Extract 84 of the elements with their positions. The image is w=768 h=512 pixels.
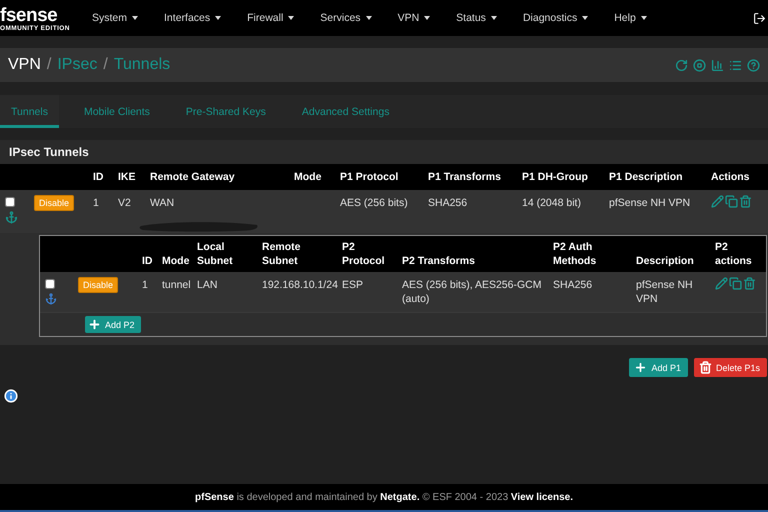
column-header: P2 actions <box>714 240 753 269</box>
table-cell-text: WAN <box>149 196 176 211</box>
nav-menu[interactable]: System <box>84 12 150 24</box>
tab[interactable]: Mobile Clients <box>72 95 161 128</box>
logout-icon[interactable] <box>753 12 766 24</box>
caret-icon <box>582 16 588 20</box>
anchor-icon[interactable] <box>5 211 18 224</box>
column-header: Remote Subnet <box>261 240 302 269</box>
column-header: P1 Description <box>608 170 684 185</box>
row-checkbox[interactable] <box>5 197 15 207</box>
column-header: Mode <box>161 254 190 269</box>
caret-icon <box>366 16 372 20</box>
plus-icon <box>634 361 648 374</box>
reload-icon[interactable] <box>675 58 688 72</box>
table-cell-text: pfSense NH VPN <box>608 196 692 211</box>
delete-icon[interactable] <box>743 277 756 290</box>
column-header: Mode <box>293 170 322 185</box>
table-cell-text: 192.168.10.1/24 <box>261 278 337 293</box>
nav-menu[interactable]: Help <box>606 12 659 24</box>
table-cell-text: AES (256 bits), AES256-GCM (auto) <box>401 278 542 307</box>
plus-icon <box>88 318 101 331</box>
column-header: Actions <box>710 170 751 185</box>
column-header: P2 Transforms <box>401 254 476 269</box>
caret-icon <box>424 16 430 20</box>
column-header: P1 Transforms <box>427 170 502 185</box>
caret-icon <box>640 16 647 20</box>
table-cell-text: LAN <box>196 278 218 293</box>
column-header: P2 Auth Methods <box>552 240 598 269</box>
nav-menu[interactable]: Status <box>448 12 509 24</box>
column-header: Local Subnet <box>196 240 234 269</box>
table-cell-text: 14 (2048 bit) <box>521 196 582 211</box>
panel-title: IPsec Tunnels <box>8 144 90 161</box>
column-header: P1 DH-Group <box>521 170 589 185</box>
copy-icon[interactable] <box>729 277 742 290</box>
column-header: P2 Protocol <box>341 240 386 269</box>
table-cell-text: SHA256 <box>427 196 468 211</box>
column-header: ID <box>141 254 154 269</box>
table-cell-text: pfSense NH VPN <box>635 278 694 307</box>
breadcrumb-item: VPN <box>8 56 41 74</box>
table-cell-text: tunnel <box>161 278 192 293</box>
breadcrumb-item[interactable]: IPsec <box>57 56 98 74</box>
table-cell-text: ESP <box>341 278 364 293</box>
copy-icon[interactable] <box>725 195 738 208</box>
nav-menu[interactable]: VPN <box>390 12 442 24</box>
column-header: ID <box>92 170 104 185</box>
table-cell-text: 1 <box>92 196 100 211</box>
column-header: P1 Protocol <box>339 170 400 185</box>
column-header: Description <box>635 254 695 269</box>
caret-icon <box>132 16 138 20</box>
trash-icon <box>698 361 712 374</box>
add-p2-button[interactable]: Add P2 <box>85 316 141 333</box>
table-cell-text: SHA256 <box>552 278 594 293</box>
table-cell-text: AES (256 bits) <box>339 196 409 211</box>
add-button[interactable]: Add P1 <box>629 358 688 377</box>
caret-icon <box>490 16 497 20</box>
nav-menu[interactable]: Services <box>312 12 384 24</box>
edit-icon[interactable] <box>715 277 728 290</box>
edit-icon[interactable] <box>711 195 724 208</box>
list-icon[interactable] <box>729 58 742 72</box>
table-cell-text: V2 <box>117 196 132 211</box>
tab[interactable]: Pre-Shared Keys <box>174 95 277 128</box>
tab[interactable]: Advanced Settings <box>290 95 400 128</box>
column-header: Remote Gateway <box>149 170 236 185</box>
anchor-icon[interactable] <box>45 293 57 305</box>
delete-icon[interactable] <box>739 195 752 208</box>
nav-menu[interactable]: Diagnostics <box>514 12 600 24</box>
column-header: IKE <box>117 170 137 185</box>
caret-icon <box>215 16 222 20</box>
row-checkbox[interactable] <box>45 279 55 289</box>
footer-text: pfSense is developed and maintained by Netgate. © ESF 2004 - 2023 View license. <box>195 492 573 502</box>
help-icon[interactable] <box>747 58 760 72</box>
nav-menu[interactable]: Interfaces <box>156 12 234 24</box>
nav-menu[interactable]: Firewall <box>239 12 306 24</box>
tab[interactable]: Tunnels <box>0 95 59 128</box>
caret-icon <box>288 16 294 20</box>
info-icon[interactable] <box>4 389 18 403</box>
table-cell-text: 1 <box>141 278 149 293</box>
delete-button[interactable]: Delete P1s <box>694 358 767 377</box>
chart-icon[interactable] <box>711 58 724 72</box>
logo-wordmark[interactable]: fsense <box>0 6 80 24</box>
breadcrumb-item[interactable]: Tunnels <box>114 56 170 74</box>
breadcrumb-separator: / <box>46 56 52 74</box>
stop-icon[interactable] <box>693 58 706 72</box>
breadcrumb-separator: / <box>103 56 108 74</box>
